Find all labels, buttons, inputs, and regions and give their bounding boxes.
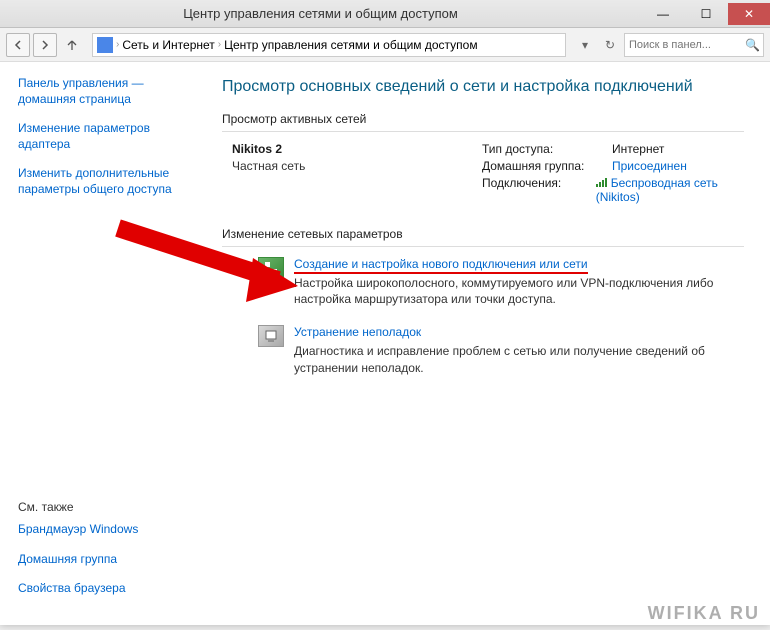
search-input[interactable] — [625, 39, 745, 51]
action-new-connection: Создание и настройка нового подключения … — [258, 257, 744, 307]
network-type: Частная сеть — [232, 159, 482, 173]
search-icon: 🔍 — [745, 38, 763, 52]
homegroup-label: Домашняя группа: — [482, 159, 612, 173]
sidebar-link-sharing[interactable]: Изменить дополнительные параметры общего… — [18, 166, 196, 197]
arrow-left-icon — [12, 39, 24, 51]
breadcrumb-item[interactable]: Сеть и Интернет — [122, 38, 214, 52]
refresh-button[interactable]: ↻ — [599, 33, 621, 57]
access-type-label: Тип доступа: — [482, 142, 612, 156]
chevron-right-icon: › — [218, 39, 221, 50]
main-panel: Просмотр основных сведений о сети и наст… — [210, 62, 770, 625]
sidebar-link-firewall[interactable]: Брандмауэр Windows — [18, 522, 196, 538]
diagnose-icon — [264, 329, 278, 343]
breadcrumb-item[interactable]: Центр управления сетями и общим доступом — [224, 38, 478, 52]
sidebar-link-homegroup[interactable]: Домашняя группа — [18, 552, 196, 568]
forward-button[interactable] — [33, 33, 57, 57]
sidebar-link-browser[interactable]: Свойства браузера — [18, 581, 196, 597]
connection-name: Беспроводная сеть (Nikitos) — [596, 176, 718, 204]
titlebar: Центр управления сетями и общим доступом… — [0, 0, 770, 28]
content-area: Панель управления — домашняя страница Из… — [0, 62, 770, 625]
control-panel-window: Центр управления сетями и общим доступом… — [0, 0, 770, 625]
troubleshoot-icon — [258, 325, 284, 347]
search-box[interactable]: 🔍 — [624, 33, 764, 57]
back-button[interactable] — [6, 33, 30, 57]
arrow-right-icon — [39, 39, 51, 51]
troubleshoot-link[interactable]: Устранение неполадок — [294, 325, 421, 339]
breadcrumb[interactable]: › Сеть и Интернет › Центр управления сет… — [92, 33, 566, 57]
homegroup-link[interactable]: Присоединен — [612, 159, 687, 173]
network-name: Nikitos 2 — [232, 142, 482, 156]
action-troubleshoot: Устранение неполадок Диагностика и испра… — [258, 325, 744, 375]
setup-connection-icon — [258, 257, 284, 279]
up-button[interactable] — [60, 33, 84, 57]
page-heading: Просмотр основных сведений о сети и наст… — [222, 78, 744, 96]
new-connection-title: Создание и настройка нового подключения … — [294, 257, 588, 274]
window-title: Центр управления сетями и общим доступом — [0, 6, 641, 21]
wifi-signal-icon — [596, 177, 608, 187]
connection-link[interactable]: Беспроводная сеть (Nikitos) — [596, 176, 718, 204]
close-button[interactable]: ✕ — [728, 3, 770, 25]
new-connection-desc: Настройка широкополосного, коммутируемог… — [294, 275, 744, 307]
watermark: WIFIKA RU — [648, 603, 760, 624]
breadcrumb-dropdown[interactable]: ▾ — [574, 33, 596, 57]
network-setup-icon — [264, 261, 278, 275]
troubleshoot-desc: Диагностика и исправление проблем с сеть… — [294, 343, 744, 375]
sidebar: Панель управления — домашняя страница Из… — [0, 62, 210, 625]
navbar: › Сеть и Интернет › Центр управления сет… — [0, 28, 770, 62]
sidebar-link-home[interactable]: Панель управления — домашняя страница — [18, 76, 196, 107]
chevron-right-icon: › — [116, 39, 119, 50]
control-panel-icon — [97, 37, 113, 53]
connections-label: Подключения: — [482, 176, 596, 204]
active-network-block: Nikitos 2 Частная сеть Тип доступа: Инте… — [222, 142, 744, 207]
access-type-value: Интернет — [612, 142, 664, 156]
sidebar-link-adapter[interactable]: Изменение параметров адаптера — [18, 121, 196, 152]
section-change-settings: Изменение сетевых параметров — [222, 227, 744, 247]
arrow-up-icon — [65, 38, 79, 52]
minimize-button[interactable]: — — [642, 3, 684, 25]
new-connection-link[interactable]: Создание и настройка нового подключения … — [294, 257, 588, 274]
maximize-button[interactable]: ☐ — [685, 3, 727, 25]
section-active-networks: Просмотр активных сетей — [222, 112, 744, 132]
see-also-label: См. также — [18, 500, 196, 514]
